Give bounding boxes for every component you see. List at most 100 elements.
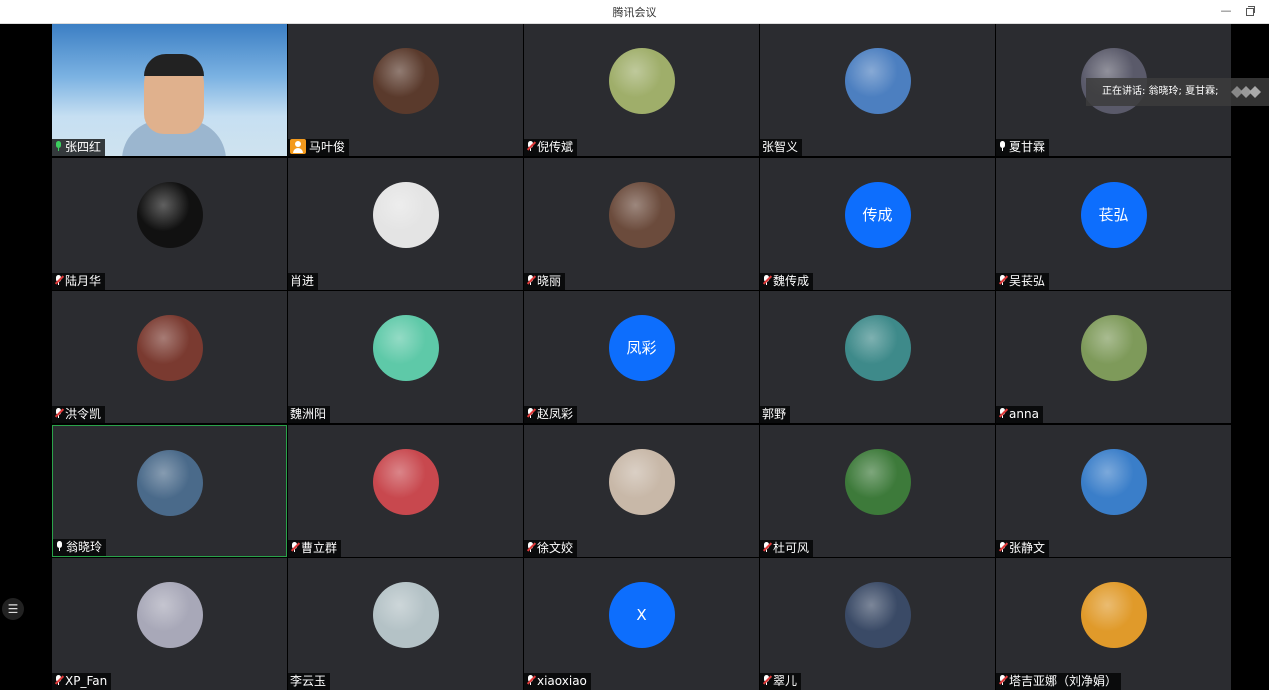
mic-muted-icon <box>54 675 65 686</box>
participant-name-label: 曹立群 <box>288 540 342 557</box>
avatar <box>136 582 203 648</box>
participant-tile[interactable]: XP_Fan <box>52 558 287 690</box>
participant-name: 李云玉 <box>290 674 327 688</box>
mic-muted-icon <box>526 408 537 419</box>
participant-name-label: 魏传成 <box>760 273 814 290</box>
participant-name: 曹立群 <box>301 541 338 555</box>
participant-name: 陆月华 <box>65 274 102 288</box>
avatar <box>136 182 203 248</box>
participant-tile[interactable]: 传成 魏传成 <box>760 158 995 290</box>
participant-name-label: 杜可风 <box>760 540 814 557</box>
participant-name-label: 塔吉亚娜（刘净娟） <box>996 673 1122 690</box>
participant-tile[interactable]: 陆月华 <box>52 158 287 290</box>
speaking-indicator: 正在讲话: 翁晓玲; 夏甘霖; <box>1086 78 1269 106</box>
participant-name-label: 赵凤彩 <box>524 406 578 423</box>
participant-tile[interactable]: 魏洲阳 <box>288 291 523 423</box>
minimize-button[interactable]: — <box>1219 4 1233 18</box>
participant-tile[interactable]: 张智义 <box>760 24 995 156</box>
participant-tile[interactable]: 马叶俊 <box>288 24 523 156</box>
person-icon <box>290 139 306 154</box>
participant-grid: 张四红 马叶俊 倪传斌 张智义 夏甘霖陆月华 肖进 晓丽 传成 魏传成 苌弘 吴苌弘洪令凯 魏洲阳 凤彩… <box>52 24 1233 690</box>
avatar <box>608 182 675 248</box>
participant-name-label: 徐文姣 <box>524 540 578 557</box>
participant-name: 倪传斌 <box>537 140 574 154</box>
participant-name: 张四红 <box>65 140 102 154</box>
participant-name: 杜可风 <box>773 541 810 555</box>
participant-name: 肖进 <box>290 274 315 288</box>
mic-muted-icon <box>998 275 1009 286</box>
participant-tile[interactable]: 苌弘 吴苌弘 <box>996 158 1231 290</box>
participant-name-label: 张静文 <box>996 540 1050 557</box>
mic-muted-icon <box>54 275 65 286</box>
participant-tile[interactable]: 曹立群 <box>288 425 523 557</box>
mic-muted-icon <box>762 675 773 686</box>
participant-name-label: 吴苌弘 <box>996 273 1050 290</box>
restore-button[interactable] <box>1243 4 1257 18</box>
participant-name-label: 郭野 <box>760 406 791 423</box>
audio-wave-icon <box>1231 86 1261 98</box>
participant-tile[interactable]: Xxiaoxiao <box>524 558 759 690</box>
participant-name: 翠儿 <box>773 674 798 688</box>
avatar <box>1080 449 1147 515</box>
mic-muted-icon <box>998 675 1009 686</box>
participant-name: 塔吉亚娜（刘净娟） <box>1009 674 1118 688</box>
mic-muted-icon <box>290 542 301 553</box>
mic-icon <box>54 141 63 152</box>
avatar <box>372 449 439 515</box>
window-title: 腾讯会议 <box>612 6 657 19</box>
participant-name: 吴苌弘 <box>1009 274 1046 288</box>
participant-name: anna <box>1009 407 1039 421</box>
participant-name: 马叶俊 <box>309 140 346 154</box>
participant-tile[interactable]: 肖进 <box>288 158 523 290</box>
participant-name-label: 陆月华 <box>52 273 106 290</box>
avatar <box>372 182 439 248</box>
participant-name: 夏甘霖 <box>1009 140 1046 154</box>
participant-tile[interactable]: 塔吉亚娜（刘净娟） <box>996 558 1231 690</box>
avatar <box>608 48 675 114</box>
participant-tile[interactable]: 倪传斌 <box>524 24 759 156</box>
participant-tile[interactable]: 晓丽 <box>524 158 759 290</box>
participant-name-label: 晓丽 <box>524 273 566 290</box>
participant-name: 郭野 <box>762 407 787 421</box>
mic-muted-icon <box>526 542 537 553</box>
avatar <box>372 582 439 648</box>
menu-list-icon[interactable]: ☰ <box>2 598 24 620</box>
participant-tile[interactable]: 徐文姣 <box>524 425 759 557</box>
participant-tile[interactable]: anna <box>996 291 1231 423</box>
participant-name: 魏传成 <box>773 274 810 288</box>
participant-name-label: 肖进 <box>288 273 319 290</box>
participant-tile[interactable]: 凤彩 赵凤彩 <box>524 291 759 423</box>
participant-tile[interactable]: 张四红 <box>52 24 287 156</box>
participant-name-label: anna <box>996 406 1043 423</box>
participant-name: 晓丽 <box>537 274 562 288</box>
participant-name-label: XP_Fan <box>52 673 112 690</box>
participant-tile[interactable]: 杜可风 <box>760 425 995 557</box>
participant-name: 赵凤彩 <box>537 407 574 421</box>
participant-tile[interactable]: 洪令凯 <box>52 291 287 423</box>
participant-tile[interactable]: 翠儿 <box>760 558 995 690</box>
participant-tile[interactable]: 李云玉 <box>288 558 523 690</box>
avatar <box>844 315 911 381</box>
avatar: X <box>608 582 675 648</box>
avatar <box>136 315 203 381</box>
participant-name: 张智义 <box>762 140 799 154</box>
avatar <box>372 315 439 381</box>
participant-name-label: 张智义 <box>760 139 803 156</box>
mic-muted-icon <box>998 542 1009 553</box>
participant-tile[interactable]: 郭野 <box>760 291 995 423</box>
avatar <box>844 48 911 114</box>
participant-name-label: 马叶俊 <box>288 139 350 156</box>
mic-muted-icon <box>998 408 1009 419</box>
mic-muted-icon <box>526 141 537 152</box>
participant-name: 徐文姣 <box>537 541 574 555</box>
participant-tile[interactable]: 翁晓玲 <box>52 425 287 557</box>
participant-name-label: 洪令凯 <box>52 406 106 423</box>
avatar <box>844 449 911 515</box>
participant-tile[interactable]: 张静文 <box>996 425 1231 557</box>
participant-name-label: 张四红 <box>52 139 106 156</box>
video-person-hair <box>144 54 204 76</box>
participant-name-label: 翁晓玲 <box>53 539 107 556</box>
avatar <box>608 449 675 515</box>
avatar <box>844 582 911 648</box>
participant-name-label: xiaoxiao <box>524 673 591 690</box>
